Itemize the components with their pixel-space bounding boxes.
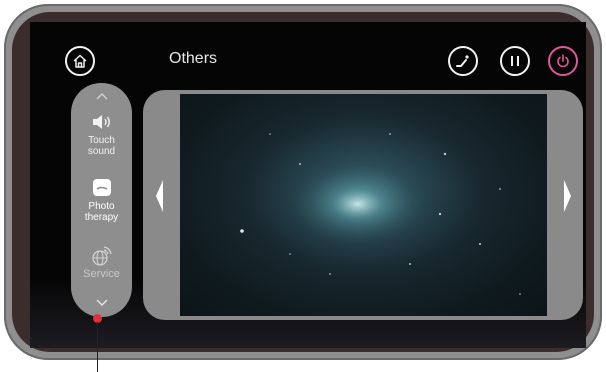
side-menu[interactable]: Touch sound Photo therapy Service: [71, 83, 132, 317]
photo-therapy-image: [180, 94, 547, 316]
speaker-icon: [92, 115, 110, 129]
recline-button[interactable]: [448, 46, 478, 76]
callout-line: [97, 322, 98, 372]
menu-item-touch-sound[interactable]: Touch sound: [71, 109, 132, 157]
menu-label-service: Service: [83, 268, 120, 280]
scroll-down-button[interactable]: [71, 296, 132, 310]
home-button[interactable]: [65, 46, 95, 76]
chevron-up-icon: [96, 93, 107, 100]
recline-icon: [456, 55, 469, 67]
chevron-down-icon: [96, 299, 107, 306]
next-button[interactable]: [562, 176, 574, 216]
scroll-up-button[interactable]: [71, 89, 132, 103]
power-button[interactable]: [548, 46, 578, 76]
content-panel: [143, 90, 583, 320]
pause-icon: [511, 56, 519, 66]
page-title: Others: [169, 50, 218, 67]
photo-therapy-icon: [92, 179, 111, 196]
menu-label-touch-sound: Touch sound: [87, 135, 116, 157]
screen: Others Touch sound Photo therapy Service: [30, 22, 586, 348]
chevron-left-icon: [156, 180, 163, 212]
home-icon: [73, 54, 87, 68]
menu-item-photo-therapy[interactable]: Photo therapy: [71, 175, 132, 223]
previous-button[interactable]: [153, 176, 165, 216]
pause-button[interactable]: [500, 46, 530, 76]
service-globe-icon: [91, 246, 112, 266]
power-icon: [557, 54, 569, 68]
starfield-image: [240, 133, 521, 295]
menu-label-photo-therapy: Photo therapy: [84, 201, 119, 223]
chevron-right-icon: [564, 180, 571, 212]
menu-item-service[interactable]: Service: [71, 243, 132, 280]
